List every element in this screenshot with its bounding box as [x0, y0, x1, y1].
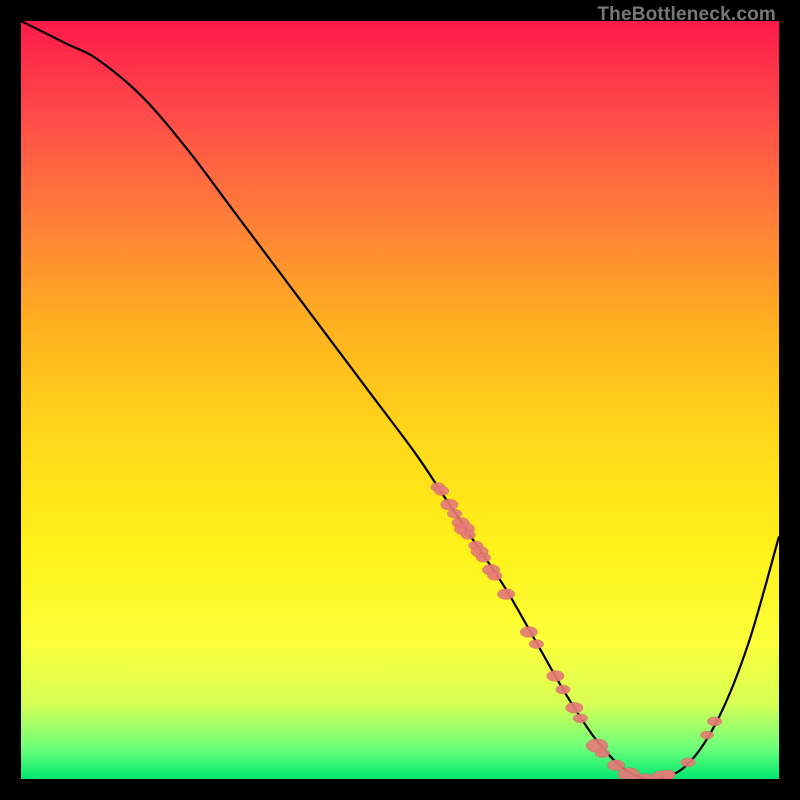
curve-marker: [476, 553, 491, 562]
chart-svg: [21, 21, 779, 779]
curve-marker: [497, 589, 515, 600]
curve-marker: [681, 758, 696, 767]
chart-container: TheBottleneck.com: [0, 0, 800, 800]
curve-marker: [595, 749, 610, 758]
curve-marker: [461, 530, 476, 539]
curve-marker: [573, 714, 588, 723]
curve-marker: [487, 571, 502, 580]
curve-marker: [700, 731, 713, 739]
curve-marker: [520, 627, 538, 638]
curve-marker: [434, 486, 449, 495]
curve-marker: [447, 509, 462, 518]
curve-marker: [529, 640, 544, 649]
curve-marker: [441, 499, 459, 510]
curve-marker: [661, 770, 676, 779]
curve-marker: [566, 702, 584, 713]
bottleneck-curve: [21, 21, 779, 779]
curve-marker: [707, 717, 722, 726]
curve-marker: [556, 685, 571, 694]
chart-plot-area: [21, 21, 779, 779]
curve-markers: [431, 483, 722, 779]
curve-marker: [547, 670, 565, 681]
